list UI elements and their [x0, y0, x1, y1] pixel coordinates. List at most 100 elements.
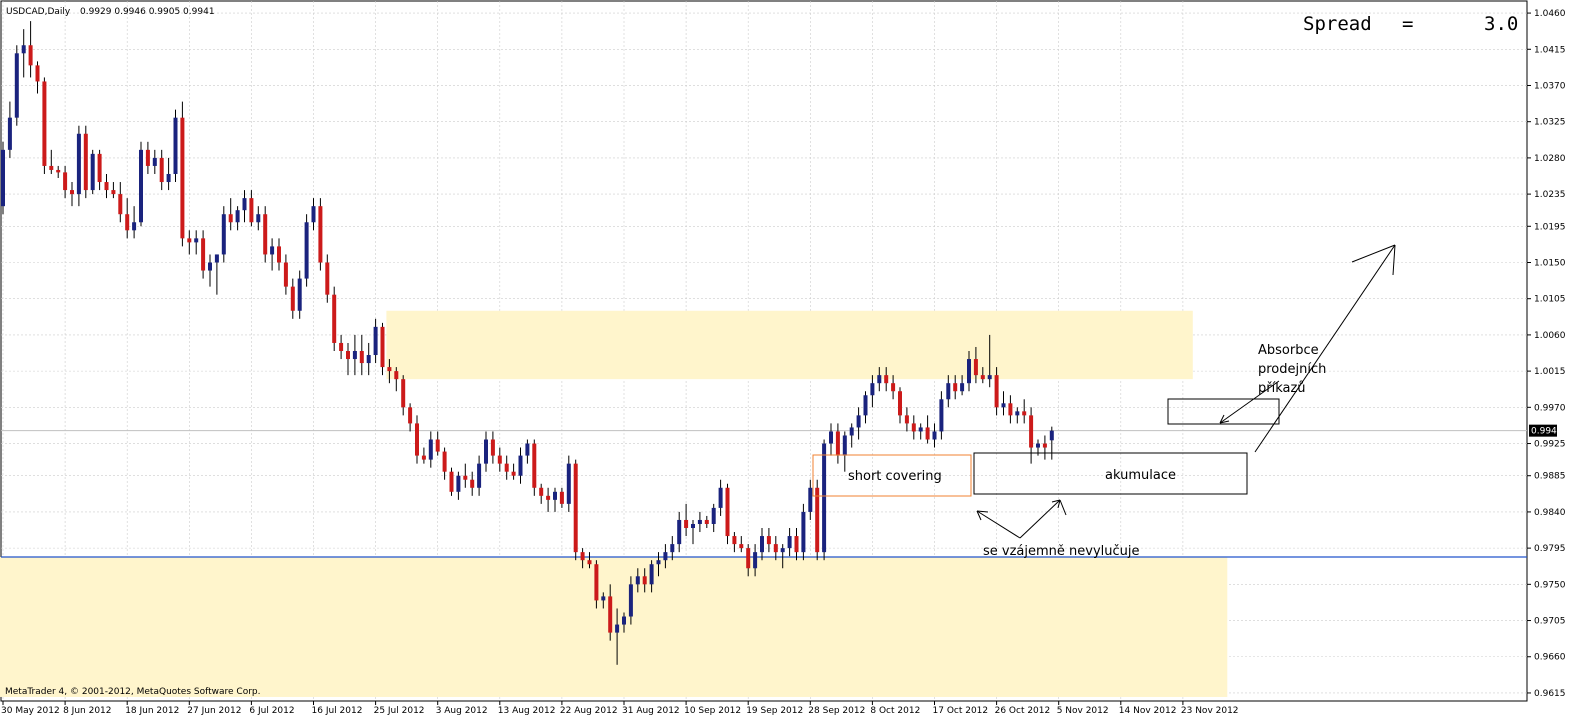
candle-body — [608, 596, 613, 633]
candle-body — [829, 431, 833, 444]
candle-body — [794, 536, 799, 553]
absorption-label-line2: prodejních — [1258, 362, 1326, 377]
candle-119 — [822, 439, 827, 561]
candle-body — [339, 342, 344, 351]
candle-body — [780, 548, 785, 553]
time-axis: 30 May 2012 8 Jun 2012 18 Jun 2012 27 Jun 2… — [1, 701, 1239, 716]
y-tick-label: 0.9795 — [1534, 544, 1566, 554]
candle-body — [283, 262, 288, 287]
candle-body — [987, 375, 992, 380]
candle-body — [256, 214, 261, 223]
candle-body — [352, 351, 357, 360]
candle-body — [787, 536, 792, 549]
y-tick-label: 0.9660 — [1534, 653, 1566, 663]
candle-body — [1029, 415, 1034, 448]
candle-body — [766, 536, 771, 545]
x-tick-label: 13 Aug 2012 — [498, 706, 556, 716]
candle-body — [7, 117, 12, 150]
candle-body — [490, 439, 495, 456]
x-tick-label: 17 Oct 2012 — [933, 706, 989, 716]
candle-body — [380, 326, 385, 368]
candle-body — [546, 495, 551, 500]
candle-body — [863, 395, 868, 416]
zone-0 — [386, 310, 1193, 380]
candle-body — [566, 463, 571, 504]
candle-body — [697, 519, 702, 524]
candle-body — [1049, 430, 1054, 441]
y-tick-label: 0.9750 — [1534, 580, 1566, 590]
candle-body — [635, 576, 640, 585]
x-tick-label: 6 Jul 2012 — [249, 706, 294, 716]
candle-body — [760, 536, 764, 553]
candle-body — [290, 286, 295, 311]
candle-body — [145, 149, 150, 166]
x-tick-label: 23 Nov 2012 — [1181, 706, 1239, 716]
y-tick-label: 0.9840 — [1534, 508, 1566, 518]
candle-body — [435, 439, 440, 452]
candle-body — [187, 238, 192, 243]
candle-body — [277, 246, 281, 263]
candle-body — [539, 487, 544, 496]
y-tick-label: 1.0460 — [1534, 9, 1566, 19]
candle-body — [173, 117, 178, 174]
candle-body — [449, 471, 454, 492]
candle-body — [732, 536, 737, 545]
candle-body — [835, 431, 840, 456]
price-axis: 1.0460 1.0415 1.0370 1.0325 1.0280 1.0235 1.01… — [1527, 9, 1566, 699]
candle-body — [104, 182, 109, 191]
candle-body — [980, 375, 985, 380]
candle-2 — [14, 45, 19, 126]
candle-body — [532, 443, 537, 488]
current-price-label: 0.9941 — [1529, 424, 1563, 437]
candle-body — [808, 487, 813, 512]
y-tick-label: 1.0015 — [1534, 367, 1566, 377]
candle-body — [318, 206, 323, 263]
ticker-label: USDCAD,Daily — [6, 7, 71, 17]
y-tick-label: 0.9885 — [1534, 472, 1566, 482]
candle-body — [14, 53, 19, 118]
candle-body — [21, 45, 26, 54]
candle-body — [132, 222, 137, 231]
candle-body — [615, 624, 620, 633]
candle-body — [973, 359, 978, 376]
candle-body — [497, 455, 502, 464]
candle-body — [159, 157, 164, 183]
candle-body — [504, 463, 509, 472]
ohlc-values: 0.9929 0.9946 0.9905 0.9941 — [80, 7, 215, 17]
candle-13 — [90, 149, 95, 195]
candle-body — [746, 548, 751, 569]
candle-body — [1042, 443, 1047, 448]
candle-25 — [173, 109, 178, 183]
candle-body — [463, 475, 468, 480]
candle-body — [711, 507, 716, 524]
spread-equals: = — [1402, 13, 1413, 35]
candle-82 — [566, 455, 571, 512]
candle-body — [63, 172, 68, 191]
candle-body — [649, 564, 654, 585]
x-tick-label: 3 Aug 2012 — [436, 706, 488, 716]
candle-body — [849, 427, 854, 436]
candle-body — [753, 552, 758, 569]
spread-value: 3.0 — [1484, 13, 1518, 35]
x-tick-label: 25 Jul 2012 — [374, 706, 425, 716]
x-tick-label: 8 Jun 2012 — [63, 706, 111, 716]
candle-body — [932, 431, 937, 440]
candle-body — [401, 379, 406, 408]
candle-body — [235, 210, 240, 223]
candle-65 — [449, 467, 454, 496]
x-tick-label: 5 Nov 2012 — [1057, 706, 1109, 716]
candle-body — [925, 427, 930, 440]
y-tick-label: 1.0370 — [1534, 81, 1566, 91]
x-tick-label: 19 Sep 2012 — [746, 706, 803, 716]
candle-body — [76, 133, 81, 195]
candle-body — [484, 439, 488, 464]
x-tick-label: 16 Jul 2012 — [312, 706, 363, 716]
candle-0 — [1, 141, 5, 215]
candle-body — [297, 278, 302, 311]
candle-body — [842, 435, 847, 456]
candle-body — [601, 596, 606, 601]
y-tick-label: 1.0150 — [1534, 258, 1566, 268]
candle-body — [815, 487, 820, 553]
candle-body — [166, 173, 171, 183]
current-price-value: 0.9941 — [1531, 427, 1563, 437]
